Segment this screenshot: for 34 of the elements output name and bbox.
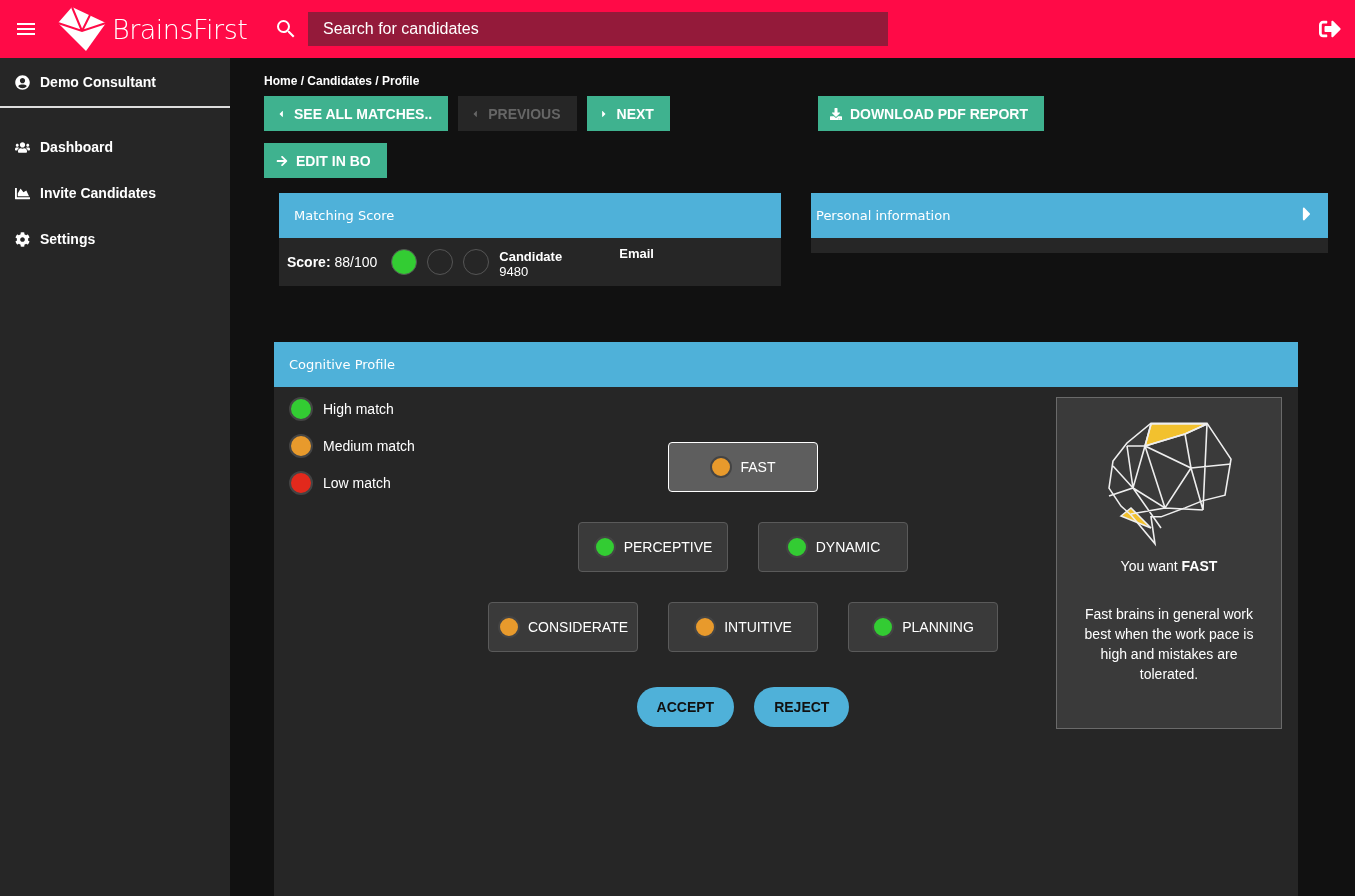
trait-button[interactable]: INTUITIVE <box>668 602 818 652</box>
logout-icon[interactable] <box>1319 18 1341 40</box>
breadcrumb: Home / Candidates / Profile <box>264 74 421 90</box>
search-field[interactable]: Search for candidates <box>308 12 888 46</box>
legend-label: Low match <box>323 475 391 491</box>
panel-title: Matching Score <box>294 208 395 223</box>
legend-label: High match <box>323 401 394 417</box>
trait-button[interactable]: FAST <box>668 442 818 492</box>
panel-title: Cognitive Profile <box>289 357 396 372</box>
logo-text: BrainsFirst <box>112 13 248 45</box>
sidebar-item[interactable]: Invite Candidates <box>0 170 230 216</box>
arrow-right-icon <box>276 154 288 167</box>
accept-button[interactable]: ACCEPT <box>636 687 735 727</box>
sidebar-item[interactable]: Settings <box>0 216 230 262</box>
download-icon <box>829 107 842 120</box>
panel-title: Personal information <box>816 208 951 223</box>
candidate-info: Candidate 9480 <box>499 249 564 279</box>
trait-button[interactable]: PERCEPTIVE <box>578 522 728 572</box>
settings-icon <box>15 231 30 247</box>
trait-button[interactable]: CONSIDERATE <box>488 602 638 652</box>
sidebar-item[interactable]: Dashboard <box>0 124 230 170</box>
email-label: Email <box>619 246 655 261</box>
score-text: Score: 88/100 <box>287 254 378 270</box>
user-name: Demo Consultant <box>40 74 156 90</box>
chart-icon <box>15 185 30 201</box>
trait-button[interactable]: PLANNING <box>848 602 998 652</box>
users-icon <box>15 139 30 155</box>
legend-label: Medium match <box>323 438 415 454</box>
user-icon <box>15 74 30 90</box>
card-description: Fast brains in general work best when the work pace is high and mistakes are tolerated. <box>1083 605 1255 684</box>
trait-button[interactable]: DYNAMIC <box>758 522 908 572</box>
reject-button[interactable]: REJECT <box>754 687 850 727</box>
logo-icon <box>56 5 108 53</box>
card-heading: You want FAST <box>1120 558 1218 574</box>
